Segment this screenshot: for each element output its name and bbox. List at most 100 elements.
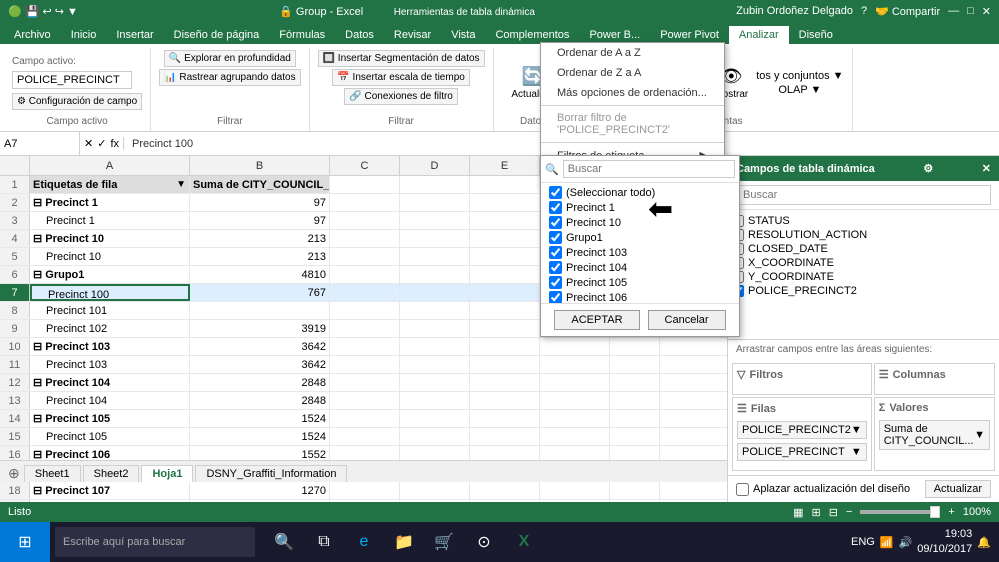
cell-d10[interactable] [400, 338, 470, 355]
field-search-input[interactable] [736, 185, 991, 205]
tab-diseno-pagina[interactable]: Diseño de página [164, 26, 270, 44]
filter-item-p104[interactable]: Precinct 104 [541, 260, 739, 275]
cell-b8[interactable] [190, 302, 330, 319]
filas-item-police[interactable]: POLICE_PRECINCT ▼ [737, 443, 867, 461]
cell-e13[interactable] [470, 392, 540, 409]
tab-insertar[interactable]: Insertar [106, 26, 163, 44]
filter-check-p10[interactable] [549, 216, 562, 229]
cell-f11[interactable] [540, 356, 610, 373]
taskbar-edge-icon[interactable]: e [348, 526, 380, 558]
cell-e11[interactable] [470, 356, 540, 373]
help-icon[interactable]: ? [861, 5, 867, 18]
filter-search-input[interactable] [563, 160, 735, 178]
cell-e7[interactable] [470, 284, 540, 301]
cell-c4[interactable] [330, 230, 400, 247]
cell-c15[interactable] [330, 428, 400, 445]
cell-b13[interactable]: 2848 [190, 392, 330, 409]
filter-item-p106[interactable]: Precinct 106 [541, 290, 739, 303]
filter-cancel-btn[interactable]: Cancelar [648, 310, 726, 330]
filter-check-p1[interactable] [549, 201, 562, 214]
cell-e14[interactable] [470, 410, 540, 427]
filter-item-p103[interactable]: Precinct 103 [541, 245, 739, 260]
cell-d14[interactable] [400, 410, 470, 427]
taskbar-folder-icon[interactable]: 📁 [388, 526, 420, 558]
cell-e8[interactable] [470, 302, 540, 319]
sheet-tab-hoja1[interactable]: Hoja1 [141, 465, 193, 482]
cell-b5[interactable]: 213 [190, 248, 330, 265]
taskbar-store-icon[interactable]: 🛒 [428, 526, 460, 558]
cell-c12[interactable] [330, 374, 400, 391]
cancel-formula-icon[interactable]: ✕ [84, 137, 93, 150]
filter-check-p105[interactable] [549, 276, 562, 289]
col-header-a[interactable]: A [30, 156, 190, 175]
cell-e9[interactable] [470, 320, 540, 337]
cell-d5[interactable] [400, 248, 470, 265]
cell-g12[interactable] [610, 374, 660, 391]
cell-a12[interactable]: ⊟ Precinct 104 [30, 374, 190, 391]
cell-e15[interactable] [470, 428, 540, 445]
cell-b9[interactable]: 3919 [190, 320, 330, 337]
cell-c11[interactable] [330, 356, 400, 373]
add-sheet-btn[interactable]: ⊕ [4, 465, 24, 482]
cell-e19[interactable] [470, 500, 540, 502]
cell-d12[interactable] [400, 374, 470, 391]
cell-f12[interactable] [540, 374, 610, 391]
conexiones-filtro-btn[interactable]: 🔗 Conexiones de filtro [344, 88, 458, 105]
filter-check-grupo1[interactable] [549, 231, 562, 244]
explorar-btn[interactable]: 🔍 Explorar en profundidad [164, 50, 296, 67]
cell-b3[interactable]: 97 [190, 212, 330, 229]
cell-d6[interactable] [400, 266, 470, 283]
tab-revisar[interactable]: Revisar [384, 26, 441, 44]
col-header-c[interactable]: C [330, 156, 400, 175]
filter-item-p10[interactable]: Precinct 10 [541, 215, 739, 230]
taskbar-cortana-icon[interactable]: 🔍 [268, 526, 300, 558]
title-bar-controls[interactable]: Zubin Ordoñez Delgado ? 🤝 Compartir — □ … [736, 5, 991, 18]
notification-icon[interactable]: 🔔 [977, 536, 991, 549]
filas-item-police2[interactable]: POLICE_PRECINCT2 ▼ [737, 421, 867, 439]
tab-datos[interactable]: Datos [335, 26, 384, 44]
cell-d18[interactable] [400, 482, 470, 499]
menu-more-sort[interactable]: Más opciones de ordenación... [541, 83, 724, 103]
insert-function-icon[interactable]: fx [110, 138, 119, 150]
filter-item-p1[interactable]: Precinct 1 [541, 200, 739, 215]
filas-item-dropdown-police[interactable]: ▼ [851, 446, 862, 458]
zoom-in-icon[interactable]: + [948, 506, 954, 518]
tab-analizar[interactable]: Analizar [729, 26, 789, 44]
cell-g19[interactable] [610, 500, 660, 502]
cell-g18[interactable] [610, 482, 660, 499]
cell-b15[interactable]: 1524 [190, 428, 330, 445]
cell-g13[interactable] [610, 392, 660, 409]
cell-f10[interactable] [540, 338, 610, 355]
cell-b10[interactable]: 3642 [190, 338, 330, 355]
cell-d11[interactable] [400, 356, 470, 373]
cell-a10[interactable]: ⊟ Precinct 103 [30, 338, 190, 355]
filter-check-p104[interactable] [549, 261, 562, 274]
menu-sort-az[interactable]: Ordenar de A a Z [541, 43, 724, 63]
valores-item-suma[interactable]: Suma de CITY_COUNCIL... ▼ [879, 420, 990, 450]
cell-d2[interactable] [400, 194, 470, 211]
cell-d19[interactable] [400, 500, 470, 502]
cell-a5[interactable]: Precinct 10 [30, 248, 190, 265]
tab-archivo[interactable]: Archivo [4, 26, 61, 44]
cell-a11[interactable]: Precinct 103 [30, 356, 190, 373]
cell-a13[interactable]: Precinct 104 [30, 392, 190, 409]
cell-f13[interactable] [540, 392, 610, 409]
tab-inicio[interactable]: Inicio [61, 26, 107, 44]
cell-a8[interactable]: Precinct 101 [30, 302, 190, 319]
cell-d4[interactable] [400, 230, 470, 247]
right-panel-settings-icon[interactable]: ⚙ [923, 162, 933, 175]
cell-f18[interactable] [540, 482, 610, 499]
cell-d13[interactable] [400, 392, 470, 409]
filter-item-all[interactable]: (Seleccionar todo) [541, 185, 739, 200]
cell-b12[interactable]: 2848 [190, 374, 330, 391]
cell-e10[interactable] [470, 338, 540, 355]
cell-a1[interactable]: Etiquetas de fila ▼ [30, 176, 190, 193]
view-normal-icon[interactable]: ▦ [793, 506, 803, 519]
actualizar-btn[interactable]: Actualizar [925, 480, 991, 498]
cell-a15[interactable]: Precinct 105 [30, 428, 190, 445]
tab-diseno[interactable]: Diseño [789, 26, 843, 44]
filter-accept-btn[interactable]: ACEPTAR [554, 310, 639, 330]
rastrear-btn[interactable]: 📊 Rastrear agrupando datos [159, 69, 300, 86]
cell-d9[interactable] [400, 320, 470, 337]
cell-a7[interactable]: Precinct 100 [30, 284, 190, 301]
